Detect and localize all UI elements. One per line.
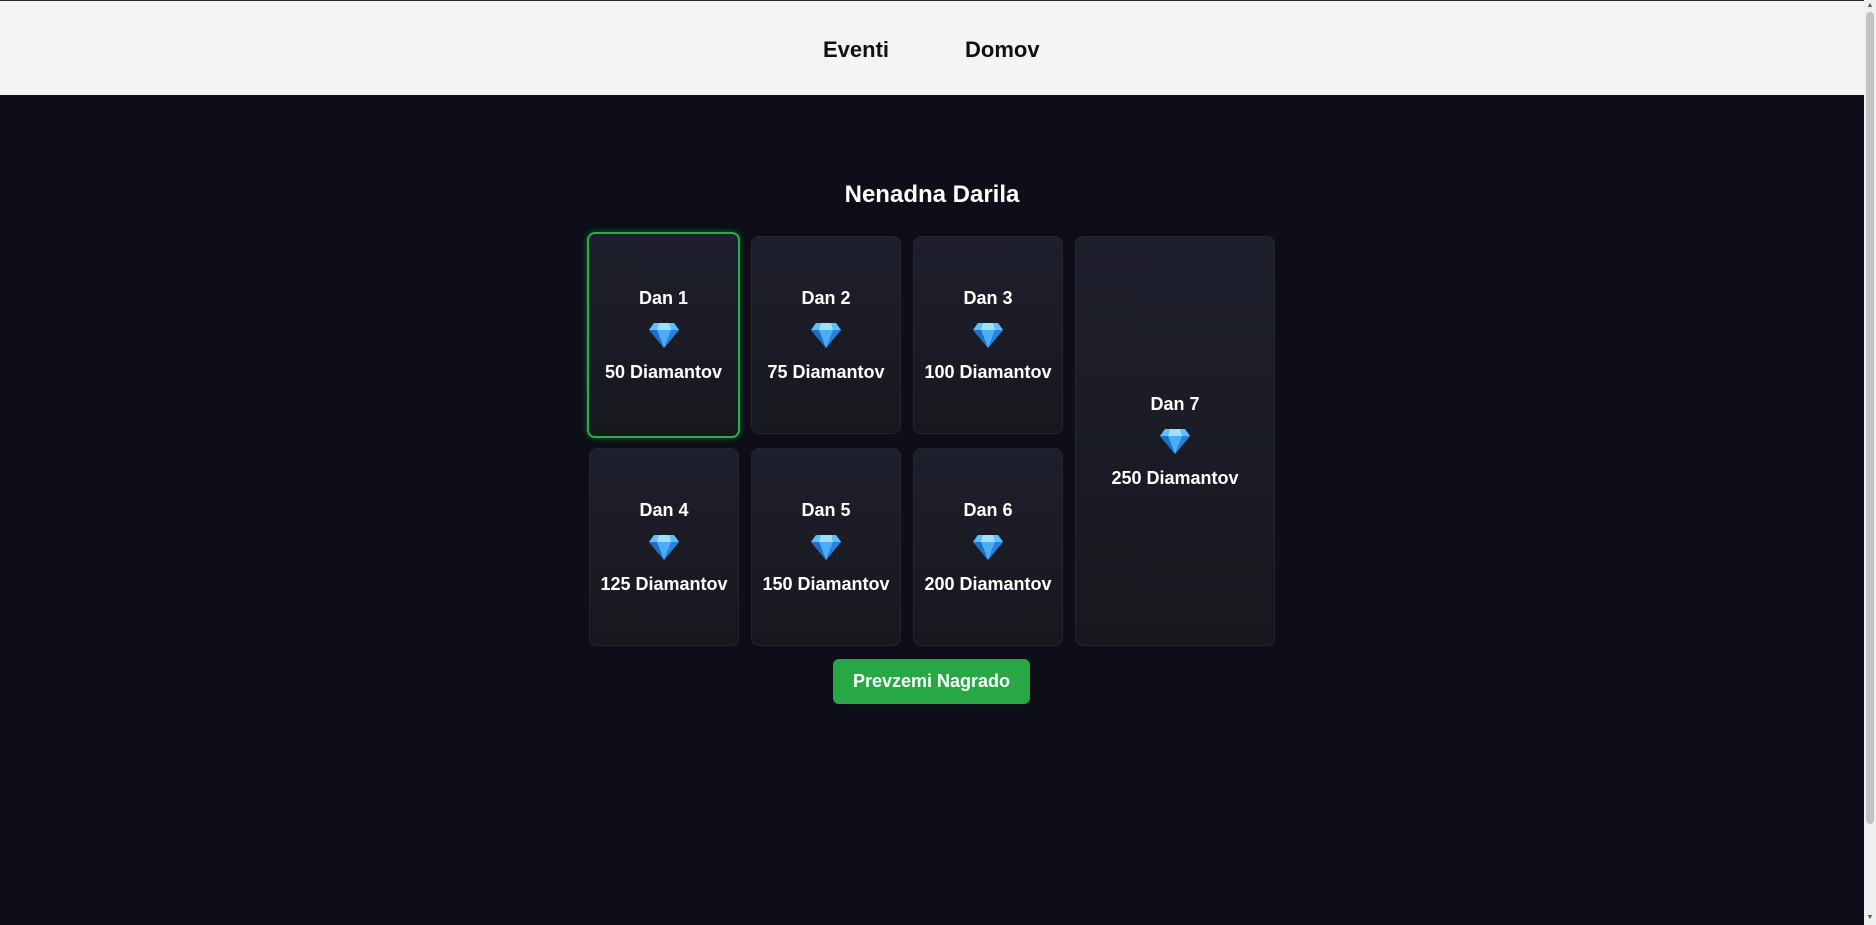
scroll-up-arrow-icon[interactable]: ▲: [1864, 1, 1876, 11]
reward-day-label: Dan 7: [1150, 394, 1200, 414]
reward-day-label: Dan 4: [639, 500, 689, 520]
top-nav: Eventi Domov: [0, 0, 1864, 95]
reward-card-day-6[interactable]: Dan 6 200 Diamantov: [913, 448, 1063, 646]
diamond-icon: [648, 533, 680, 561]
reward-card-day-7[interactable]: Dan 7 250 Diamantov: [1075, 236, 1275, 646]
page-title: Nenadna Darila: [844, 181, 1020, 208]
diamond-icon: [648, 321, 680, 349]
reward-card-day-5[interactable]: Dan 5 150 Diamantov: [751, 448, 901, 646]
diamond-icon: [972, 533, 1004, 561]
diamond-icon: [810, 321, 842, 349]
reward-day-label: Dan 5: [801, 500, 851, 520]
reward-day-label: Dan 1: [638, 288, 689, 308]
reward-card-day-3[interactable]: Dan 3 100 Diamantov: [913, 236, 1063, 434]
vertical-scrollbar[interactable]: ▲ ▼: [1864, 0, 1876, 925]
nav-link-domov[interactable]: Domov: [965, 37, 1040, 63]
reward-amount: 75 Diamantov: [767, 362, 885, 382]
reward-amount: 150 Diamantov: [762, 574, 890, 594]
claim-reward-button[interactable]: Prevzemi Nagrado: [833, 659, 1030, 704]
reward-amount: 125 Diamantov: [600, 574, 728, 594]
reward-card-day-1[interactable]: Dan 1 50 Diamantov: [587, 232, 740, 438]
reward-amount: 250 Diamantov: [1111, 468, 1239, 488]
reward-amount: 200 Diamantov: [924, 574, 1052, 594]
scroll-down-arrow-icon[interactable]: ▼: [1864, 913, 1876, 923]
diamond-icon: [810, 533, 842, 561]
reward-card-day-4[interactable]: Dan 4 125 Diamantov: [589, 448, 739, 646]
reward-amount: 100 Diamantov: [924, 362, 1052, 382]
diamond-icon: [972, 321, 1004, 349]
nav-link-eventi[interactable]: Eventi: [823, 37, 889, 63]
scrollbar-thumb[interactable]: [1866, 12, 1874, 824]
reward-day-label: Dan 2: [801, 288, 851, 308]
reward-amount: 50 Diamantov: [604, 362, 723, 382]
reward-day-label: Dan 6: [963, 500, 1013, 520]
reward-day-label: Dan 3: [963, 288, 1013, 308]
diamond-icon: [1159, 427, 1191, 455]
reward-card-day-2[interactable]: Dan 2 75 Diamantov: [751, 236, 901, 434]
